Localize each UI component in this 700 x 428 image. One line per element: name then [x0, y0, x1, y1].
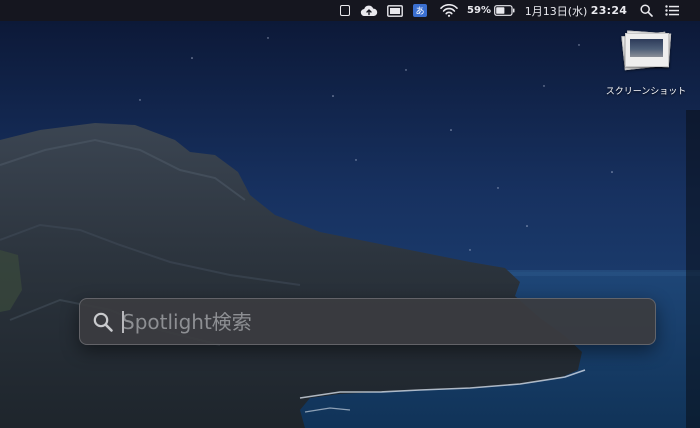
wifi-icon[interactable]: [439, 0, 459, 21]
screenshot-stack-icon: [621, 30, 672, 71]
desktop: あ 59% 1月13日(水) 23:24 スクリーンショット Spotlight…: [0, 0, 700, 428]
menu-bar: あ 59% 1月13日(水) 23:24: [0, 0, 700, 21]
battery-icon[interactable]: [493, 0, 515, 21]
square-status-icon[interactable]: [338, 0, 352, 21]
display-mirror-icon[interactable]: [386, 0, 404, 21]
text-caret: [122, 311, 124, 333]
wallpaper: [0, 0, 700, 428]
spotlight-search-input[interactable]: [122, 299, 642, 344]
spotlight-search-bar[interactable]: [79, 298, 656, 345]
list-menu-icon[interactable]: [664, 0, 680, 21]
desktop-icon-screenshots[interactable]: スクリーンショット: [598, 30, 694, 97]
cloud-upload-icon[interactable]: [359, 0, 379, 21]
clock-date[interactable]: 1月13日(水): [524, 0, 588, 21]
clock-time[interactable]: 23:24: [591, 0, 627, 21]
search-icon: [93, 312, 113, 332]
dock-edge: [686, 110, 700, 428]
desktop-icon-label: スクリーンショット: [605, 87, 687, 97]
input-method-icon[interactable]: あ: [412, 0, 428, 21]
battery-percent[interactable]: 59%: [466, 0, 492, 21]
search-icon[interactable]: [638, 0, 654, 21]
